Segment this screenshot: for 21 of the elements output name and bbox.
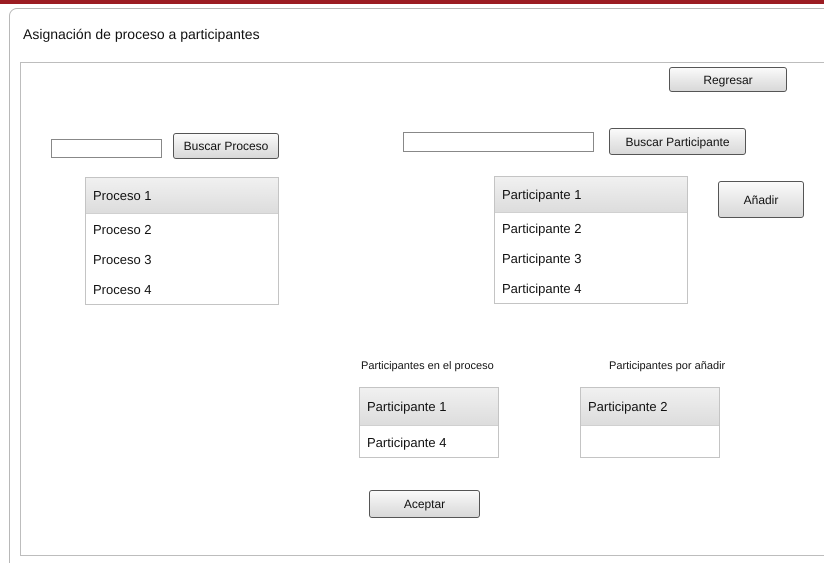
list-item[interactable]: Participante 1 [360, 388, 498, 426]
list-item[interactable]: Participante 4 [360, 426, 498, 458]
list-item[interactable]: Participante 3 [495, 243, 687, 273]
search-button[interactable]: Buscar Participante [609, 128, 746, 155]
list-item[interactable]: Participante 4 [495, 273, 687, 303]
list-item[interactable]: Participante 2 [581, 388, 719, 426]
list-item[interactable]: Participante 1 [495, 177, 687, 213]
list-item[interactable]: Participante 2 [495, 213, 687, 243]
list-item[interactable]: Proceso 4 [86, 274, 278, 304]
back-button[interactable]: Regresar [669, 67, 787, 92]
list-item[interactable]: Proceso 1 [86, 178, 278, 214]
accept-button[interactable]: Aceptar [369, 490, 480, 518]
window-title: Asignación de proceso a participantes [23, 26, 260, 42]
list-item[interactable]: Proceso 3 [86, 244, 278, 274]
list-item[interactable]: Proceso 2 [86, 214, 278, 244]
list-heading: Participantes en el proceso [361, 360, 494, 372]
search-field[interactable] [51, 139, 162, 158]
search-field[interactable] [403, 132, 594, 152]
list-heading: Participantes por añadir [609, 360, 726, 372]
search-button[interactable]: Buscar Proceso [173, 133, 279, 159]
add-button[interactable]: Añadir [718, 181, 804, 218]
